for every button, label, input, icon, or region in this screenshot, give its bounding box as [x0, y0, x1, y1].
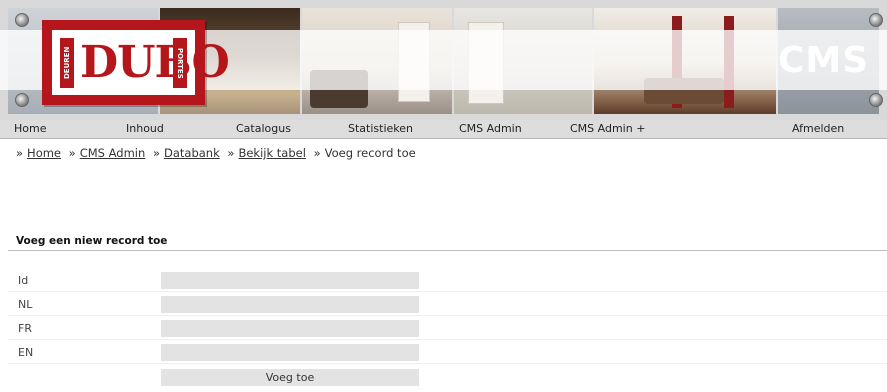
- breadcrumb-current: Voeg record toe: [324, 146, 416, 160]
- breadcrumb-separator: »: [227, 146, 235, 160]
- nav-item-home[interactable]: Home: [14, 122, 46, 135]
- logo-word: DUBO: [80, 37, 230, 88]
- logo-right-text: PORTES: [173, 38, 187, 88]
- breadcrumb: » Home » CMS Admin » Databank » Bekijk tabel…: [16, 146, 416, 160]
- fr-field[interactable]: [161, 320, 419, 337]
- breadcrumb-databank[interactable]: Databank: [164, 146, 220, 160]
- nav-item-inhoud[interactable]: Inhoud: [126, 122, 164, 135]
- breadcrumb-separator: »: [16, 146, 24, 160]
- nav-item-statistieken[interactable]: Statistieken: [348, 122, 413, 135]
- nav-item-cms-admin-plus[interactable]: CMS Admin +: [570, 122, 645, 135]
- dubo-logo[interactable]: DEUREN DUBO PORTES: [42, 20, 230, 105]
- nav-item-catalogus[interactable]: Catalogus: [236, 122, 291, 135]
- breadcrumb-bekijk-tabel[interactable]: Bekijk tabel: [238, 146, 305, 160]
- nav-item-cms-admin[interactable]: CMS Admin: [459, 122, 522, 135]
- nl-field[interactable]: [161, 296, 419, 313]
- field-label-nl: NL: [18, 298, 33, 311]
- field-label-id: Id: [18, 274, 29, 287]
- screw-icon: [15, 93, 29, 107]
- form-row-en: EN: [8, 342, 887, 364]
- form-row-fr: FR: [8, 318, 887, 340]
- breadcrumb-cms-admin[interactable]: CMS Admin: [80, 146, 146, 160]
- cms-title: CMS: [778, 40, 870, 81]
- field-label-fr: FR: [18, 322, 32, 335]
- form-row-nl: NL: [8, 294, 887, 316]
- id-field[interactable]: [161, 272, 419, 289]
- breadcrumb-home[interactable]: Home: [27, 146, 61, 160]
- add-record-button[interactable]: Voeg toe: [161, 369, 419, 386]
- field-label-en: EN: [18, 346, 34, 359]
- nav-item-afmelden[interactable]: Afmelden: [792, 122, 844, 135]
- screw-icon: [15, 13, 29, 27]
- en-field[interactable]: [161, 344, 419, 361]
- breadcrumb-separator: »: [152, 146, 160, 160]
- header-banner: DEUREN DUBO PORTES CMS: [0, 0, 887, 120]
- breadcrumb-separator: »: [313, 146, 321, 160]
- screw-icon: [869, 13, 883, 27]
- logo-left-text: DEUREN: [60, 38, 74, 88]
- screw-icon: [869, 93, 883, 107]
- form-row-id: Id: [8, 270, 887, 292]
- divider: [8, 250, 887, 251]
- main-nav: Home Inhoud Catalogus Statistieken CMS A…: [0, 120, 887, 139]
- breadcrumb-separator: »: [68, 146, 76, 160]
- form-title: Voeg een niew record toe: [16, 235, 168, 247]
